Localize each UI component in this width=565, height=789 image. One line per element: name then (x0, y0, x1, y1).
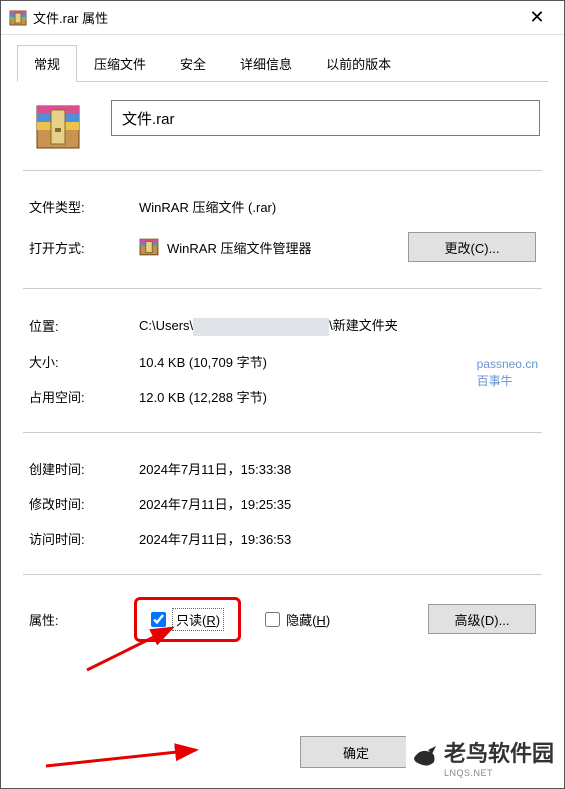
divider (23, 288, 542, 289)
tab-security[interactable]: 安全 (163, 45, 223, 82)
tab-previous[interactable]: 以前的版本 (309, 45, 408, 82)
location-value: C:\Users\\新建文件夹 (139, 315, 536, 336)
branding-name: 老鸟软件园 (444, 736, 554, 768)
tab-body-general: 文件类型: WinRAR 压缩文件 (.rar) 打开方式: WinRAR 压缩… (17, 82, 548, 654)
attributes-label: 属性: (29, 610, 134, 629)
redacted-username (193, 318, 329, 336)
size-label: 大小: (29, 352, 139, 371)
created-label: 创建时间: (29, 459, 139, 478)
size-on-disk-label: 占用空间: (29, 387, 139, 406)
readonly-checkbox[interactable] (151, 612, 166, 627)
readonly-label: 只读(R) (172, 608, 224, 631)
modified-label: 修改时间: (29, 494, 139, 513)
file-type-label: 文件类型: (29, 197, 139, 216)
created-value: 2024年7月11日，15:33:38 (139, 459, 536, 478)
open-with-label: 打开方式: (29, 238, 139, 257)
branding-url: LNQS.NET (444, 768, 554, 778)
divider (23, 574, 542, 575)
rar-file-icon (9, 9, 27, 27)
ok-button[interactable]: 确定 (300, 736, 412, 768)
open-with-app: WinRAR 压缩文件管理器 (139, 237, 311, 257)
change-open-with-button[interactable]: 更改(C)... (408, 232, 536, 262)
modified-value: 2024年7月11日，19:25:35 (139, 494, 536, 513)
window-title: 文件.rar 属性 (33, 8, 514, 27)
site-branding: 老鸟软件园 LNQS.NET (406, 734, 558, 780)
tab-details[interactable]: 详细信息 (223, 45, 309, 82)
filename-input[interactable] (111, 100, 540, 136)
watermark: passneo.cn 百事牛 (477, 356, 538, 390)
hidden-label: 隐藏(H) (286, 610, 330, 629)
hidden-checkbox-row[interactable]: 隐藏(H) (265, 610, 330, 629)
highlight-annotation: 只读(R) (134, 597, 241, 642)
file-type-value: WinRAR 压缩文件 (.rar) (139, 197, 536, 216)
tab-general[interactable]: 常规 (17, 45, 77, 82)
rar-large-icon (33, 102, 83, 152)
divider (23, 170, 542, 171)
accessed-value: 2024年7月11日，19:36:53 (139, 529, 536, 548)
titlebar: 文件.rar 属性 ✕ (1, 1, 564, 35)
tab-strip: 常规 压缩文件 安全 详细信息 以前的版本 (17, 45, 548, 82)
accessed-label: 访问时间: (29, 529, 139, 548)
tab-archive[interactable]: 压缩文件 (77, 45, 163, 82)
winrar-icon (139, 237, 159, 257)
hidden-checkbox[interactable] (265, 612, 280, 627)
bird-logo-icon (410, 742, 440, 772)
open-with-app-name: WinRAR 压缩文件管理器 (167, 238, 311, 257)
divider (23, 432, 542, 433)
advanced-button[interactable]: 高级(D)... (428, 604, 536, 634)
properties-dialog: 文件.rar 属性 ✕ 常规 压缩文件 安全 详细信息 以前的版本 (0, 0, 565, 789)
readonly-checkbox-row[interactable]: 只读(R) (151, 608, 224, 631)
location-label: 位置: (29, 316, 139, 335)
close-button[interactable]: ✕ (514, 3, 560, 33)
